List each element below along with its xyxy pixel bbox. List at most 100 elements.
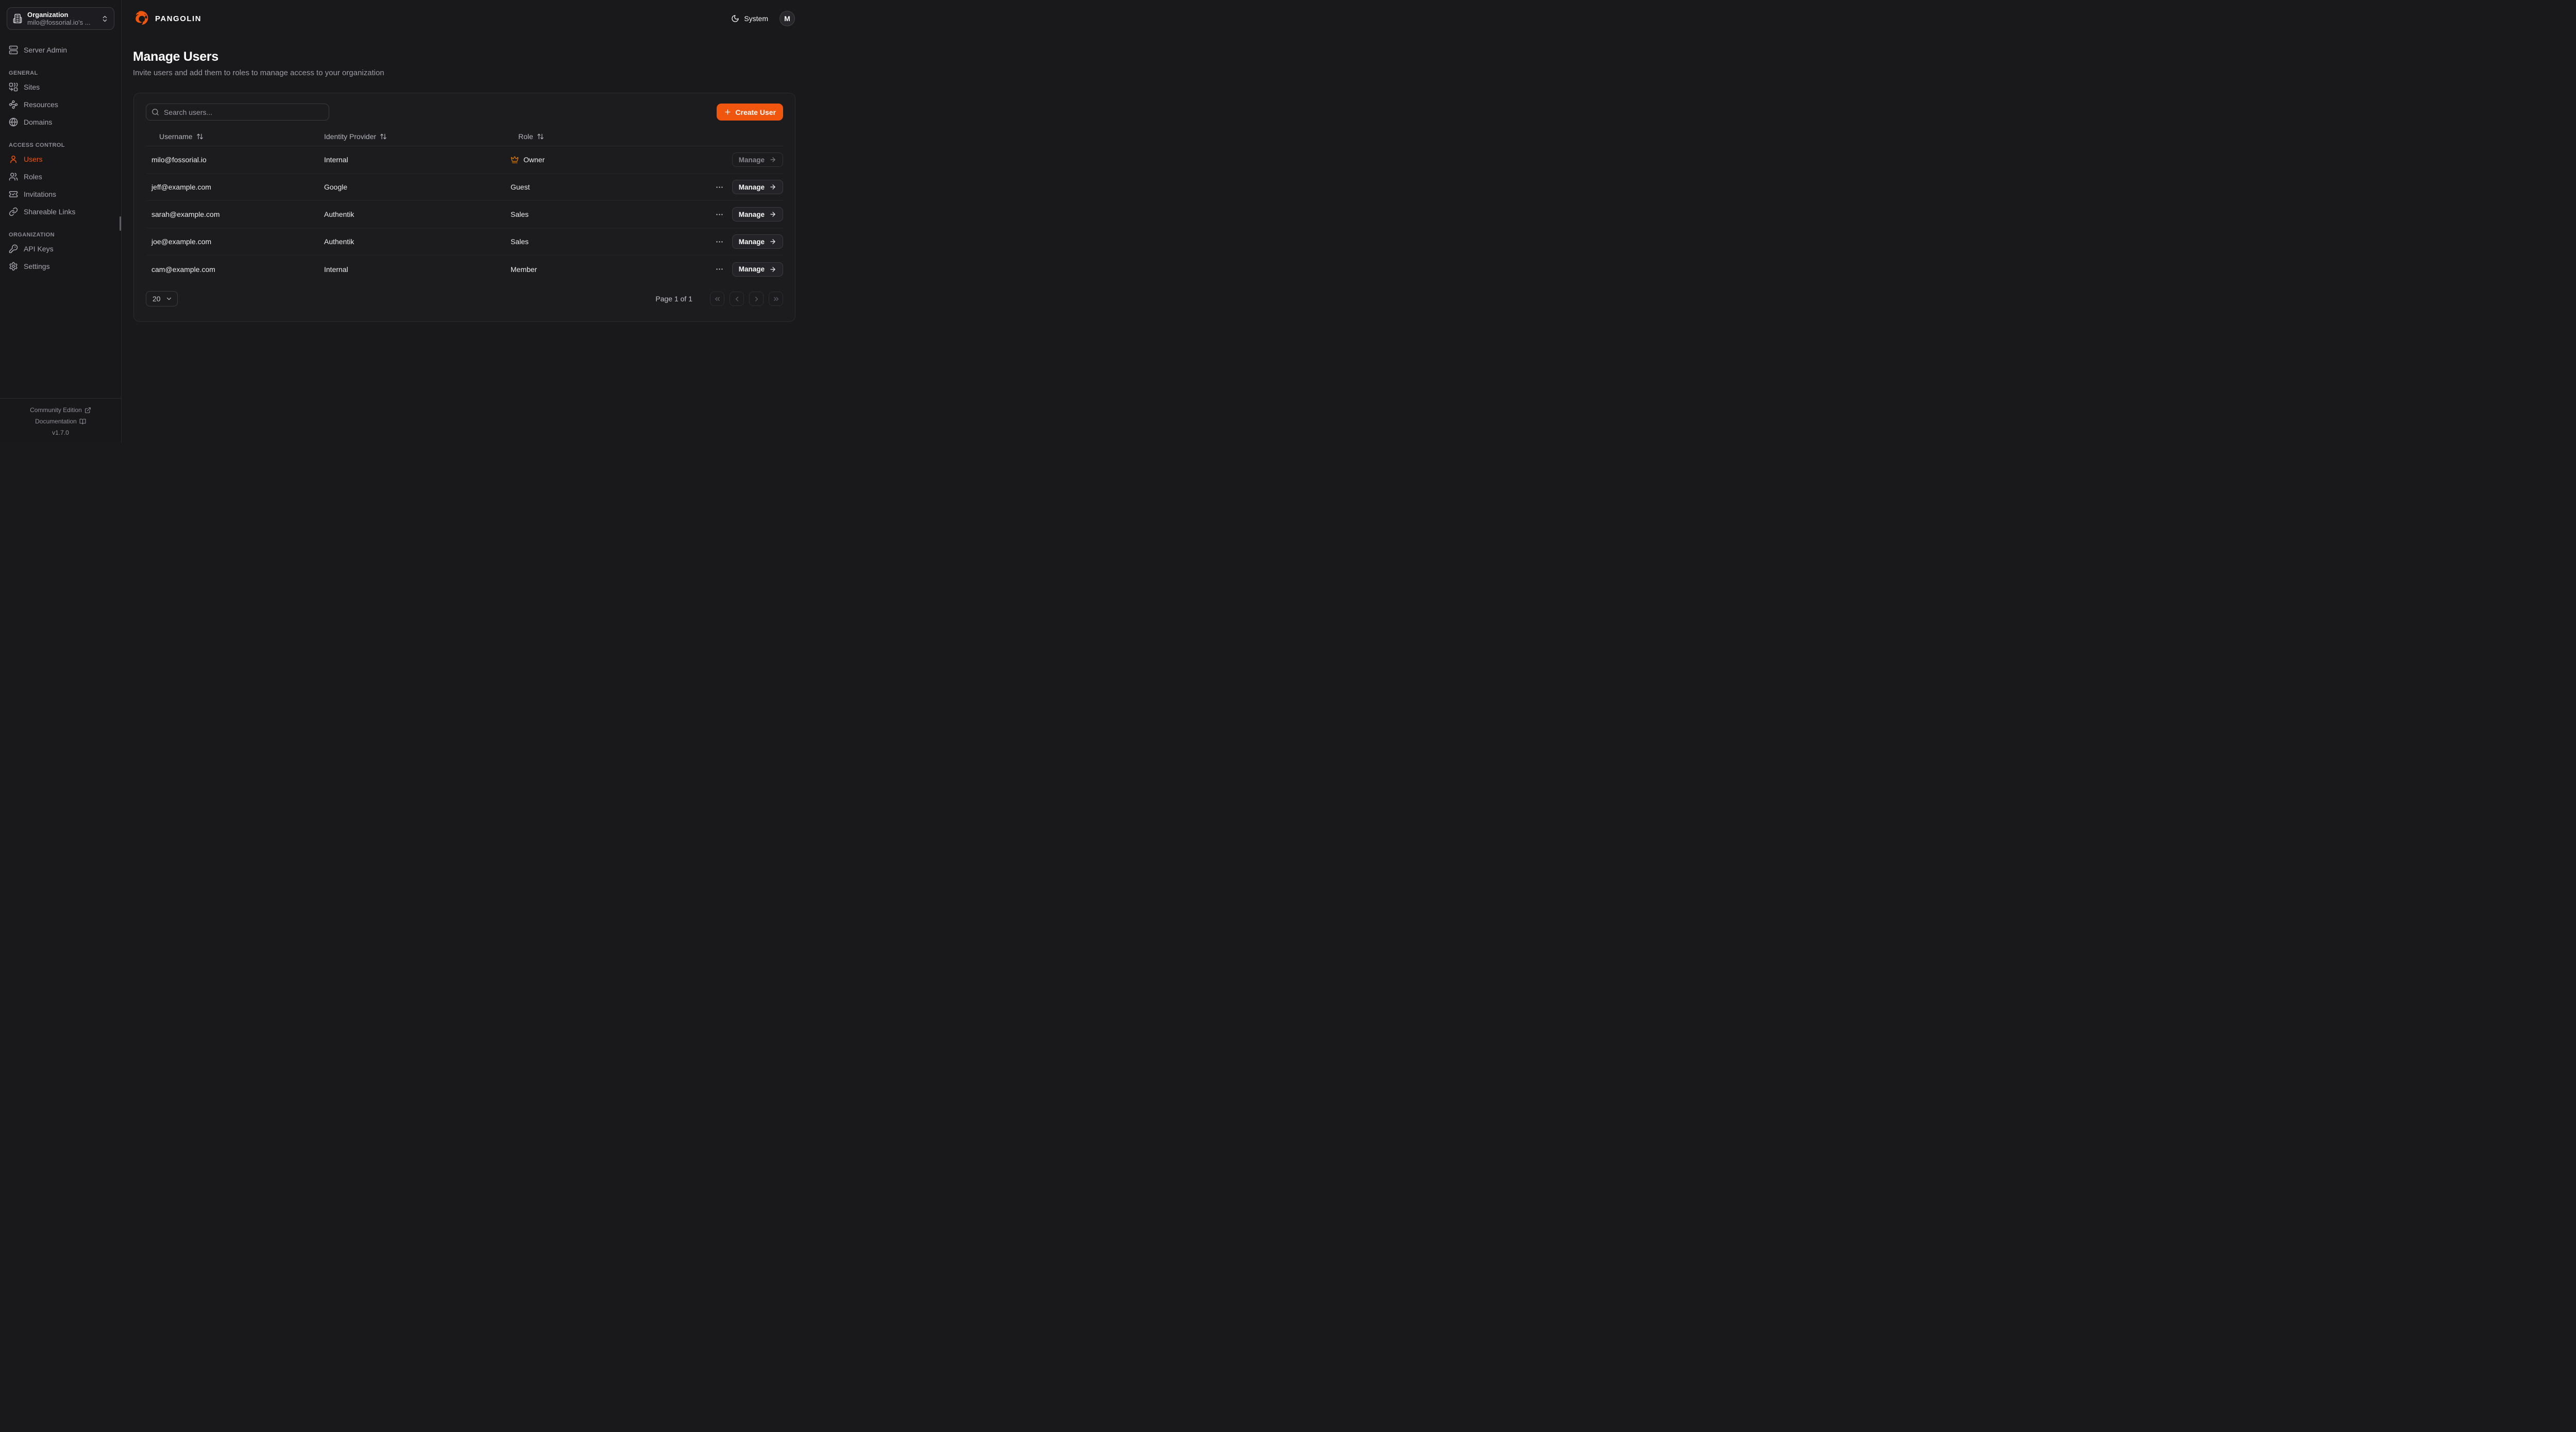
role-cell: Owner xyxy=(511,156,694,164)
avatar-initial: M xyxy=(784,14,790,23)
plus-icon xyxy=(724,108,732,116)
chevrons-right-icon xyxy=(772,295,780,303)
manage-button[interactable]: Manage xyxy=(732,180,783,194)
page-size-value: 20 xyxy=(152,295,161,303)
moon-icon xyxy=(731,14,739,23)
sidebar-item-label: Resources xyxy=(24,100,58,109)
previous-page-button[interactable] xyxy=(730,292,744,306)
sidebar-item-sites[interactable]: Sites xyxy=(7,78,114,96)
column-header-username[interactable]: Username xyxy=(146,132,324,141)
manage-button-label: Manage xyxy=(739,156,765,164)
create-user-button[interactable]: Create User xyxy=(717,104,783,121)
sidebar-item-label: Shareable Links xyxy=(24,208,75,216)
pagination: 20 Page 1 of 1 xyxy=(146,291,783,306)
sidebar-item-settings[interactable]: Settings xyxy=(7,258,114,275)
page-size-select[interactable]: 20 xyxy=(146,291,178,306)
users-icon xyxy=(9,172,18,181)
key-icon xyxy=(9,244,18,253)
arrow-right-icon xyxy=(769,211,776,218)
sidebar-item-roles[interactable]: Roles xyxy=(7,168,114,185)
arrow-right-icon xyxy=(769,156,776,163)
chevron-right-icon xyxy=(753,295,760,303)
search-input[interactable] xyxy=(146,104,329,121)
chevrons-up-down-icon xyxy=(101,15,109,23)
community-edition-link[interactable]: Community Edition xyxy=(4,404,117,416)
column-label: Username xyxy=(159,132,193,141)
sidebar-footer: Community Edition Documentation v1.7.0 xyxy=(0,398,121,443)
username-cell: cam@example.com xyxy=(146,265,324,274)
manage-button[interactable]: Manage xyxy=(732,234,783,249)
theme-toggle-label: System xyxy=(744,14,768,23)
page-title: Manage Users xyxy=(133,49,795,64)
manage-button-label: Manage xyxy=(739,183,765,191)
theme-toggle-button[interactable]: System xyxy=(731,14,768,23)
manage-button[interactable]: Manage xyxy=(732,152,783,167)
page-subtitle: Invite users and add them to roles to ma… xyxy=(133,69,795,77)
manage-button-label: Manage xyxy=(739,238,765,246)
documentation-link[interactable]: Documentation xyxy=(4,416,117,427)
org-switcher-value: milo@fossorial.io's ... xyxy=(27,19,96,26)
role-label: Sales xyxy=(511,210,529,218)
waypoints-icon xyxy=(9,100,18,109)
first-page-button[interactable] xyxy=(710,292,724,306)
avatar[interactable]: M xyxy=(779,11,795,26)
ellipsis-icon xyxy=(715,210,724,219)
book-open-icon xyxy=(79,418,86,425)
sidebar-item-label: Server Admin xyxy=(24,46,67,54)
sidebar-item-shareable-links[interactable]: Shareable Links xyxy=(7,203,114,220)
sidebar-item-api-keys[interactable]: API Keys xyxy=(7,240,114,258)
last-page-button[interactable] xyxy=(769,292,783,306)
topbar: PANGOLIN System M xyxy=(122,0,807,37)
sort-icon xyxy=(537,133,544,140)
sidebar-nav: Server Admin GENERAL Sites Resources Dom… xyxy=(0,32,121,398)
section-title-organization: ORGANIZATION xyxy=(9,232,114,238)
sidebar-item-resources[interactable]: Resources xyxy=(7,96,114,113)
username-cell: jeff@example.com xyxy=(146,183,324,191)
org-switcher-label: Organization xyxy=(27,11,96,19)
sidebar-item-label: Users xyxy=(24,155,43,163)
role-label: Guest xyxy=(511,183,530,191)
chevrons-left-icon xyxy=(714,295,721,303)
page-head: Manage Users Invite users and add them t… xyxy=(133,49,795,77)
org-switcher[interactable]: Organization milo@fossorial.io's ... xyxy=(7,7,114,30)
sidebar-item-users[interactable]: Users xyxy=(7,150,114,168)
combine-icon xyxy=(9,82,18,92)
manage-button[interactable]: Manage xyxy=(732,262,783,277)
sort-icon xyxy=(380,133,387,140)
building-icon xyxy=(12,13,23,24)
table-row: milo@fossorial.io Internal Owner Manage xyxy=(146,146,783,174)
column-header-identity-provider[interactable]: Identity Provider xyxy=(324,132,511,141)
row-menu-button[interactable] xyxy=(713,208,726,221)
next-page-button[interactable] xyxy=(749,292,764,306)
manage-button[interactable]: Manage xyxy=(732,207,783,221)
row-menu-button[interactable] xyxy=(713,235,726,248)
table-body: milo@fossorial.io Internal Owner Manage … xyxy=(146,146,783,283)
community-edition-label: Community Edition xyxy=(30,404,82,416)
sidebar-item-domains[interactable]: Domains xyxy=(7,113,114,131)
role-cell: Guest xyxy=(511,183,694,191)
section-title-general: GENERAL xyxy=(9,70,114,76)
row-menu-button[interactable] xyxy=(713,181,726,194)
globe-icon xyxy=(9,117,18,127)
role-label: Sales xyxy=(511,237,529,246)
sidebar-item-label: Roles xyxy=(24,173,42,181)
sidebar-scrollbar-thumb[interactable] xyxy=(120,216,121,231)
brand: PANGOLIN xyxy=(133,10,201,27)
row-menu-button[interactable] xyxy=(713,263,726,276)
sidebar-item-server-admin[interactable]: Server Admin xyxy=(7,41,114,59)
pangolin-logo-icon xyxy=(133,10,150,27)
sidebar-item-label: Sites xyxy=(24,83,40,91)
chevron-left-icon xyxy=(733,295,741,303)
username-cell: sarah@example.com xyxy=(146,210,324,218)
sidebar-item-invitations[interactable]: Invitations xyxy=(7,185,114,203)
search-icon xyxy=(151,108,159,116)
role-cell: Member xyxy=(511,265,694,274)
crown-icon xyxy=(511,156,519,164)
column-label: Role xyxy=(518,132,533,141)
brand-name: PANGOLIN xyxy=(155,14,201,23)
section-title-access-control: ACCESS CONTROL xyxy=(9,142,114,148)
chevron-down-icon xyxy=(165,295,173,302)
identity-provider-cell: Internal xyxy=(324,156,511,164)
column-header-role[interactable]: Role xyxy=(511,132,694,141)
role-label: Owner xyxy=(523,156,545,164)
